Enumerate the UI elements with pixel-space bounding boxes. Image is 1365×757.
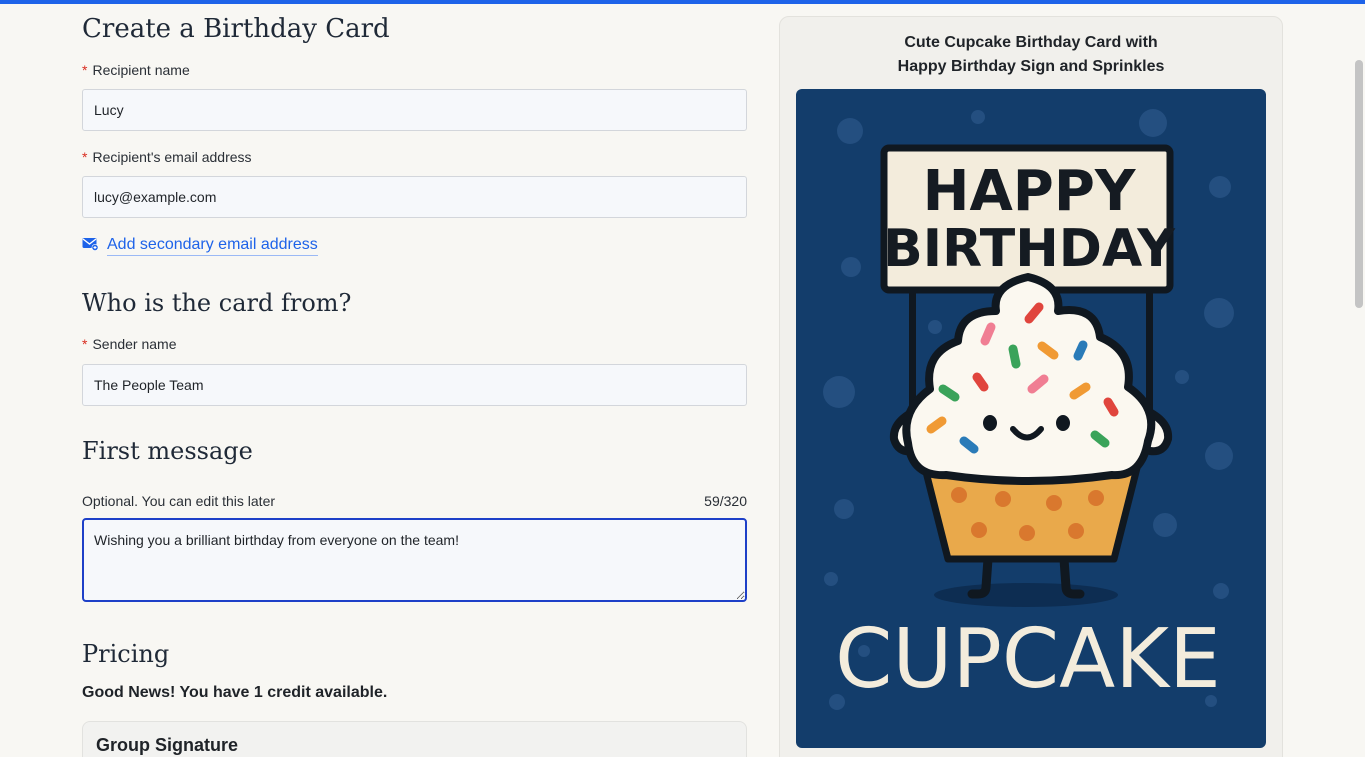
cupcake-shadow xyxy=(934,583,1118,607)
card-bottom-text: CUPCAKE xyxy=(835,612,1221,707)
page-scrollbar[interactable] xyxy=(1355,60,1363,308)
message-section-title: First message xyxy=(82,437,253,465)
group-signature-option[interactable]: Group Signature xyxy=(82,721,747,757)
sender-name-label: * Sender name xyxy=(82,336,177,352)
card-preview-title: Cute Cupcake Birthday Card with Happy Bi… xyxy=(780,31,1282,79)
mail-add-icon xyxy=(82,237,99,256)
recipient-name-label-text: Recipient name xyxy=(92,62,190,78)
top-progress-bar xyxy=(0,0,1365,4)
required-marker: * xyxy=(82,62,88,78)
from-section-title: Who is the card from? xyxy=(82,289,352,317)
card-preview-panel: Cute Cupcake Birthday Card with Happy Bi… xyxy=(779,16,1283,757)
message-char-counter: 59/320 xyxy=(704,493,747,509)
required-marker: * xyxy=(82,336,88,352)
sender-name-input[interactable] xyxy=(82,364,747,406)
card-preview-image[interactable]: HAPPY BIRTHDAY CUPCAKE xyxy=(796,89,1266,748)
cupcake-card-illustration: HAPPY BIRTHDAY CUPCAKE xyxy=(796,89,1266,748)
recipient-email-label: * Recipient's email address xyxy=(82,149,252,165)
message-meta-row: Optional. You can edit this later 59/320 xyxy=(82,493,747,509)
message-hint: Optional. You can edit this later xyxy=(82,493,276,509)
add-secondary-email[interactable]: Add secondary email address xyxy=(82,236,318,256)
sign-text-line1: HAPPY xyxy=(923,159,1137,224)
card-preview-title-line1: Cute Cupcake Birthday Card with xyxy=(904,34,1158,51)
sign-text-line2: BIRTHDAY xyxy=(883,219,1176,279)
group-signature-title: Group Signature xyxy=(96,735,239,755)
recipient-email-label-text: Recipient's email address xyxy=(92,149,252,165)
recipient-name-input[interactable] xyxy=(82,89,747,131)
page-title: Create a Birthday Card xyxy=(82,14,390,44)
recipient-email-input[interactable] xyxy=(82,176,747,218)
sender-name-label-text: Sender name xyxy=(92,336,177,352)
recipient-name-label: * Recipient name xyxy=(82,62,190,78)
first-message-textarea[interactable]: Wishing you a brilliant birthday from ev… xyxy=(82,518,747,602)
required-marker: * xyxy=(82,149,88,165)
card-preview-title-line2: Happy Birthday Sign and Sprinkles xyxy=(897,58,1165,75)
credit-notice: Good News! You have 1 credit available. xyxy=(82,684,388,701)
add-secondary-email-link[interactable]: Add secondary email address xyxy=(107,236,318,256)
pricing-title: Pricing xyxy=(82,640,170,668)
